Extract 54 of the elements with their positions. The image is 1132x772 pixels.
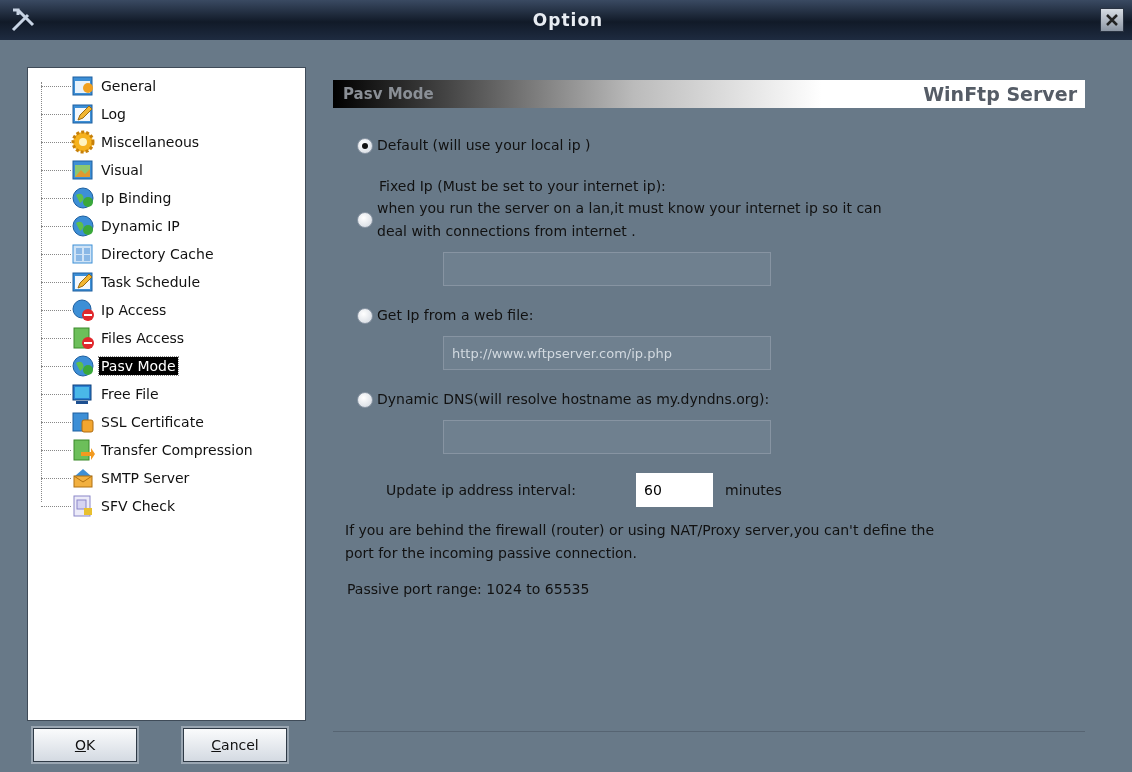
- tree-item[interactable]: Log: [99, 105, 128, 123]
- pencil-icon: [71, 102, 95, 126]
- tree-item[interactable]: Ip Binding: [99, 189, 174, 207]
- window-title: Option: [531, 10, 605, 30]
- tree-item[interactable]: Task Schedule: [99, 273, 202, 291]
- radio-button[interactable]: [357, 212, 373, 228]
- gear-icon: [71, 130, 95, 154]
- tree-item[interactable]: Transfer Compression: [99, 441, 255, 459]
- grid-icon: [71, 242, 95, 266]
- interval-field[interactable]: 60: [636, 473, 713, 507]
- pencil-icon: [71, 270, 95, 294]
- globe-icon: [71, 214, 95, 238]
- radio-button[interactable]: [357, 307, 373, 324]
- close-icon: [1105, 13, 1119, 27]
- certificate-icon: [71, 410, 95, 434]
- picture-icon: [71, 158, 95, 182]
- dialog-button[interactable]: Cancel: [183, 728, 287, 762]
- tree-item[interactable]: Dynamic IP: [99, 217, 182, 235]
- option-label: Default (will use your local ip ): [377, 136, 591, 155]
- close-button[interactable]: [1100, 8, 1124, 32]
- option-label: Get Ip from a web file:: [377, 306, 534, 325]
- option-caption: Fixed Ip (Must be set to your internet ip):: [379, 177, 667, 196]
- files-icon: [71, 494, 95, 518]
- dialog-button[interactable]: OK: [33, 728, 137, 762]
- tree-item[interactable]: Pasv Mode: [99, 357, 178, 375]
- port-range-text: Passive port range: 1024 to 65535: [347, 581, 591, 597]
- tree-item[interactable]: Free File: [99, 385, 161, 403]
- section-title: Pasv Mode: [343, 85, 434, 103]
- tree-item[interactable]: SMTP Server: [99, 469, 192, 487]
- tree-item[interactable]: Miscellaneous: [99, 133, 202, 151]
- tree-item[interactable]: Ip Access: [99, 301, 169, 319]
- globe-icon: [71, 298, 95, 322]
- tree-item[interactable]: Files Access: [99, 329, 187, 347]
- option-label: when you run the server on a lan,it must know your internet ip so it can deal with connections from internet .: [377, 199, 882, 241]
- option-label: Dynamic DNS(will resolve hostname as my.dyndns.org):: [377, 390, 770, 409]
- note-text: If you are behind the firewall (router) or using NAT/Proxy server,you can't define the port for the incoming passive connection.: [345, 521, 936, 563]
- tree-item[interactable]: SSL Certificate: [99, 413, 206, 431]
- tree-item[interactable]: SFV Check: [99, 497, 178, 515]
- envelope-icon: [71, 466, 95, 490]
- document-icon: [71, 438, 95, 462]
- window-icon: [71, 74, 95, 98]
- unit-label: minutes: [725, 482, 782, 498]
- monitor-icon: [71, 382, 95, 406]
- tree-item[interactable]: Visual: [99, 161, 145, 179]
- radio-button[interactable]: [357, 391, 373, 408]
- tree-item[interactable]: Directory Cache: [99, 245, 216, 263]
- globe-icon: [71, 186, 95, 210]
- interval-label: Update ip address interval:: [386, 482, 577, 498]
- document-icon: [71, 326, 95, 350]
- globe-icon: [71, 354, 95, 378]
- tree-item[interactable]: General: [99, 77, 159, 95]
- tools-icon: [10, 7, 36, 33]
- radio-button[interactable]: [357, 137, 373, 154]
- brand-name: WinFtp Server: [923, 83, 1077, 105]
